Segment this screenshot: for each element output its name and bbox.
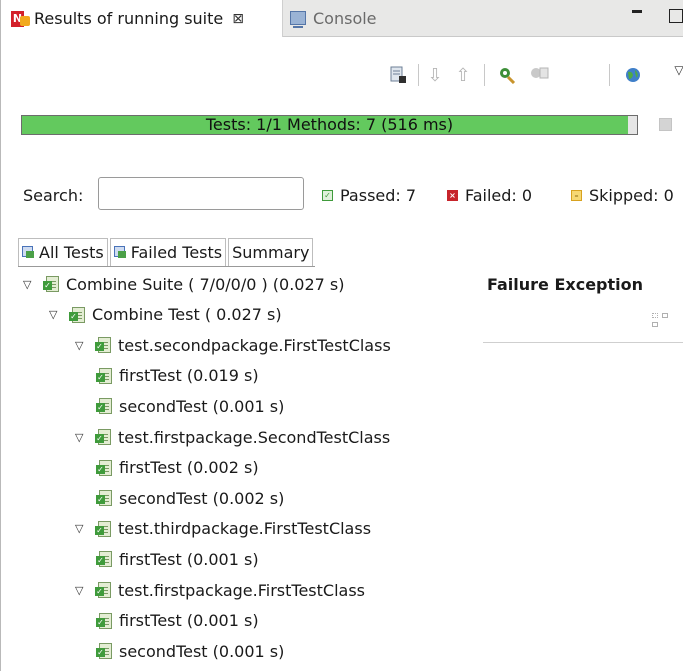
expand-toggle-icon[interactable]: ▽ xyxy=(23,278,35,291)
test-passed-icon: ✓ xyxy=(96,612,113,629)
skipped-label: Skipped: 0 xyxy=(589,186,674,205)
search-input[interactable] xyxy=(98,177,304,210)
test-method-row[interactable]: ✓ firstTest (0.001 s) xyxy=(96,608,259,634)
test-group-passed-icon: ✓ xyxy=(95,582,112,598)
test-group-passed-icon: ✓ xyxy=(95,429,112,445)
tree-item-label: test.firstpackage.FirstTestClass xyxy=(118,580,365,600)
test-group-passed-icon: ✓ xyxy=(69,306,86,323)
tree-item-label: firstTest (0.001 s) xyxy=(119,549,259,569)
tab-failed-tests[interactable]: Failed Tests xyxy=(109,238,227,266)
all-tests-icon xyxy=(22,246,35,259)
test-method-row[interactable]: ✓ firstTest (0.002 s) xyxy=(96,455,259,481)
failed-icon: × xyxy=(447,190,458,201)
tree-item-label: firstTest (0.001 s) xyxy=(119,611,259,631)
suite-row[interactable]: ▽ ✓ Combine Suite ( 7/0/0/0 ) (0.027 s) xyxy=(23,271,345,297)
passed-label: Passed: 7 xyxy=(340,186,417,205)
expand-toggle-icon[interactable]: ▽ xyxy=(75,339,87,352)
tree-item-label: Combine Test ( 0.027 s) xyxy=(92,305,282,325)
tree-item-label: secondTest (0.001 s) xyxy=(119,396,285,416)
view-tab-bar: N Results of running suite ⊠ Console xyxy=(2,0,683,37)
skipped-icon: – xyxy=(571,190,582,201)
stop-icon[interactable] xyxy=(659,118,672,131)
console-icon xyxy=(290,11,306,28)
previous-failure-icon[interactable]: ⇧ xyxy=(453,65,473,86)
tree-item-label: test.secondpackage.FirstTestClass xyxy=(118,335,391,355)
compare-icon[interactable] xyxy=(652,313,670,331)
test-row[interactable]: ▽ ✓ Combine Test ( 0.027 s) xyxy=(49,302,282,328)
test-passed-icon: ✓ xyxy=(96,367,113,384)
maximize-icon[interactable] xyxy=(669,9,683,23)
test-method-row[interactable]: ✓ firstTest (0.001 s) xyxy=(96,546,259,572)
tree-item-label: test.thirdpackage.FirstTestClass xyxy=(118,519,372,539)
close-tab-icon[interactable]: ⊠ xyxy=(232,11,244,27)
test-group-passed-icon: ✓ xyxy=(43,276,60,292)
test-class-row[interactable]: ▽ ✓ test.thirdpackage.FirstTestClass xyxy=(75,516,371,542)
rerun-failed-icon[interactable] xyxy=(529,65,549,85)
tree-item-label: Combine Suite ( 7/0/0/0 ) (0.027 s) xyxy=(66,274,345,294)
test-passed-icon: ✓ xyxy=(96,551,113,568)
tab-all-tests[interactable]: All Tests xyxy=(18,238,108,266)
minimize-icon[interactable] xyxy=(632,10,642,13)
test-passed-icon: ✓ xyxy=(96,398,113,415)
progress-text: Tests: 1/1 Methods: 7 (516 ms) xyxy=(205,115,454,134)
tab-failed-tests-label: Failed Tests xyxy=(130,243,223,262)
tab-results[interactable]: N Results of running suite ⊠ xyxy=(2,0,283,37)
test-class-row[interactable]: ▽ ✓ test.firstpackage.SecondTestClass xyxy=(75,424,390,450)
tree-item-label: test.firstpackage.SecondTestClass xyxy=(118,427,391,447)
rerun-icon[interactable] xyxy=(497,65,517,85)
tree-item-label: secondTest (0.002 s) xyxy=(119,488,285,508)
search-label: Search: xyxy=(23,186,84,205)
tab-summary-label: Summary xyxy=(232,243,310,262)
expand-toggle-icon[interactable]: ▽ xyxy=(75,584,87,597)
tab-console[interactable]: Console xyxy=(290,0,377,36)
tab-summary[interactable]: Summary xyxy=(228,238,314,266)
test-group-passed-icon: ✓ xyxy=(95,337,112,354)
clear-results-icon[interactable] xyxy=(388,65,408,85)
passed-counter: ✓ Passed: 7 xyxy=(322,186,416,205)
test-class-row[interactable]: ▽ ✓ test.secondpackage.FirstTestClass xyxy=(75,332,391,358)
test-class-row[interactable]: ▽ ✓ test.firstpackage.FirstTestClass xyxy=(75,577,365,603)
globe-icon[interactable] xyxy=(623,65,643,85)
tree-item-label: secondTest (0.001 s) xyxy=(119,641,285,661)
results-tabs: All Tests Failed Tests Summary xyxy=(18,238,316,267)
expand-toggle-icon[interactable]: ▽ xyxy=(75,431,87,444)
failed-tests-icon xyxy=(113,246,127,259)
testng-view: N Results of running suite ⊠ Console ⇩ ⇧… xyxy=(0,0,683,671)
test-method-row[interactable]: ✓ firstTest (0.019 s) xyxy=(96,363,259,389)
test-method-row[interactable]: ✓ secondTest (0.001 s) xyxy=(96,393,285,419)
tree-item-label: firstTest (0.002 s) xyxy=(119,458,259,478)
test-method-row[interactable]: ✓ secondTest (0.001 s) xyxy=(96,638,285,664)
test-passed-icon: ✓ xyxy=(96,490,113,507)
tab-console-label: Console xyxy=(313,8,377,28)
next-failure-icon[interactable]: ⇩ xyxy=(425,65,445,86)
view-menu-icon[interactable]: ▽ xyxy=(669,60,683,80)
failed-counter: × Failed: 0 xyxy=(447,186,532,205)
test-passed-icon: ✓ xyxy=(96,643,113,660)
progress-bar: Tests: 1/1 Methods: 7 (516 ms) xyxy=(21,115,638,135)
test-group-passed-icon: ✓ xyxy=(95,520,112,537)
failed-label: Failed: 0 xyxy=(465,186,533,205)
tab-results-label: Results of running suite xyxy=(34,9,224,28)
tree-item-label: firstTest (0.019 s) xyxy=(119,366,259,386)
failure-divider xyxy=(483,342,683,343)
test-passed-icon: ✓ xyxy=(96,459,113,476)
test-method-row[interactable]: ✓ secondTest (0.002 s) xyxy=(96,485,285,511)
expand-toggle-icon[interactable]: ▽ xyxy=(49,308,61,321)
testng-icon: N xyxy=(11,10,30,28)
expand-toggle-icon[interactable]: ▽ xyxy=(75,522,87,535)
failure-exception-title: Failure Exception xyxy=(487,275,644,294)
skipped-counter: – Skipped: 0 xyxy=(571,186,674,205)
passed-icon: ✓ xyxy=(322,190,333,201)
tab-all-tests-label: All Tests xyxy=(39,243,104,262)
